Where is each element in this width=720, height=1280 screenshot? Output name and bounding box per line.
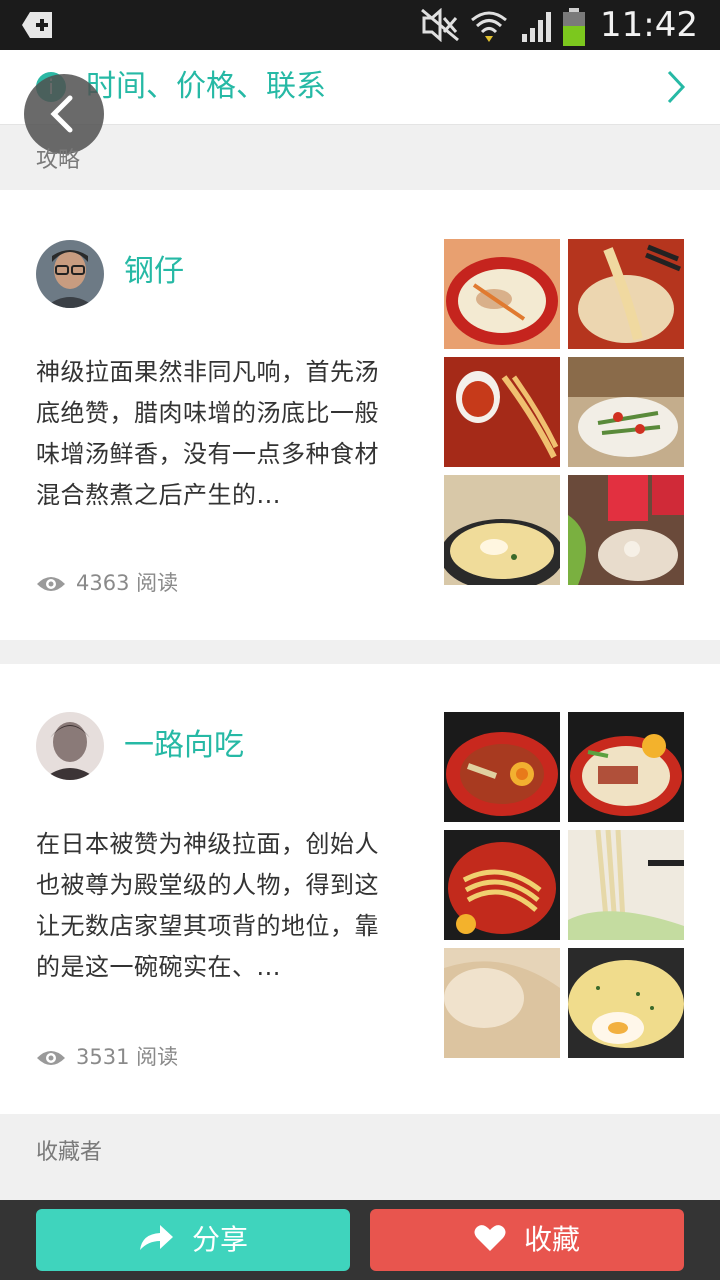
eye-icon [37,1051,65,1065]
avatar[interactable] [36,712,104,780]
photo-thumbnail[interactable] [568,830,684,940]
read-count: 3531 阅读 [36,1042,178,1072]
battery-icon [563,8,585,46]
photo-thumbnail[interactable] [568,948,684,1058]
back-button[interactable] [24,74,104,154]
read-count-label: 4363 阅读 [76,571,179,595]
photo-thumbnail[interactable] [568,475,684,585]
post-excerpt: 神级拉面果然非同凡响，首先汤底绝赞，腊肉味增的汤底比一般味增汤鲜香，没有一点多种… [36,358,379,509]
read-count: 4363 阅读 [36,568,178,598]
author-name[interactable]: 钢仔 [124,252,184,292]
photo-thumbnail[interactable] [444,475,560,585]
add-notification-icon [22,12,52,38]
post-card[interactable]: 一路向吃 在日本被赞为神级拉面，创始人也被尊为殿堂级的人物，得到这让无数店家望其… [0,664,720,1114]
heart-icon [474,1225,506,1251]
wifi-icon [471,11,507,42]
clock: 11:42 [600,5,698,45]
avatar[interactable] [36,240,104,308]
mute-icon [421,8,459,42]
photo-thumbnail[interactable] [444,712,560,822]
favorite-button-label: 收藏 [523,1223,580,1256]
section-label-guides: 攻略 [36,148,81,173]
share-button[interactable]: 分享 [36,1209,350,1271]
chevron-left-icon [50,95,73,133]
photo-thumbnail[interactable] [444,948,560,1058]
info-bar-label: 时间、价格、联系 [86,69,326,104]
chevron-right-icon [667,70,686,104]
photo-thumbnail[interactable] [568,239,684,349]
photo-grid [444,239,684,585]
post-card[interactable]: 钢仔 神级拉面果然非同凡响，首先汤底绝赞，腊肉味增的汤底比一般味增汤鲜香，没有一… [0,190,720,640]
share-icon [139,1225,173,1250]
photo-thumbnail[interactable] [444,239,560,349]
section-label-collectors: 收藏者 [36,1140,103,1165]
status-bar: 11:42 [0,0,720,50]
signal-icon [522,12,551,42]
photo-thumbnail[interactable] [444,830,560,940]
photo-thumbnail[interactable] [444,357,560,467]
favorite-button[interactable]: 收藏 [370,1209,684,1271]
share-button-label: 分享 [191,1223,248,1256]
photo-grid [444,712,684,1058]
eye-icon [37,577,65,591]
post-excerpt: 在日本被赞为神级拉面，创始人也被尊为殿堂级的人物，得到这让无数店家望其项背的地位… [36,830,379,981]
bottom-action-bar: 分享 收藏 [0,1200,720,1280]
photo-thumbnail[interactable] [568,357,684,467]
read-count-label: 3531 阅读 [76,1045,179,1069]
info-bar[interactable]: i 时间、价格、联系 [0,50,720,125]
photo-thumbnail[interactable] [568,712,684,822]
author-name[interactable]: 一路向吃 [124,726,244,766]
